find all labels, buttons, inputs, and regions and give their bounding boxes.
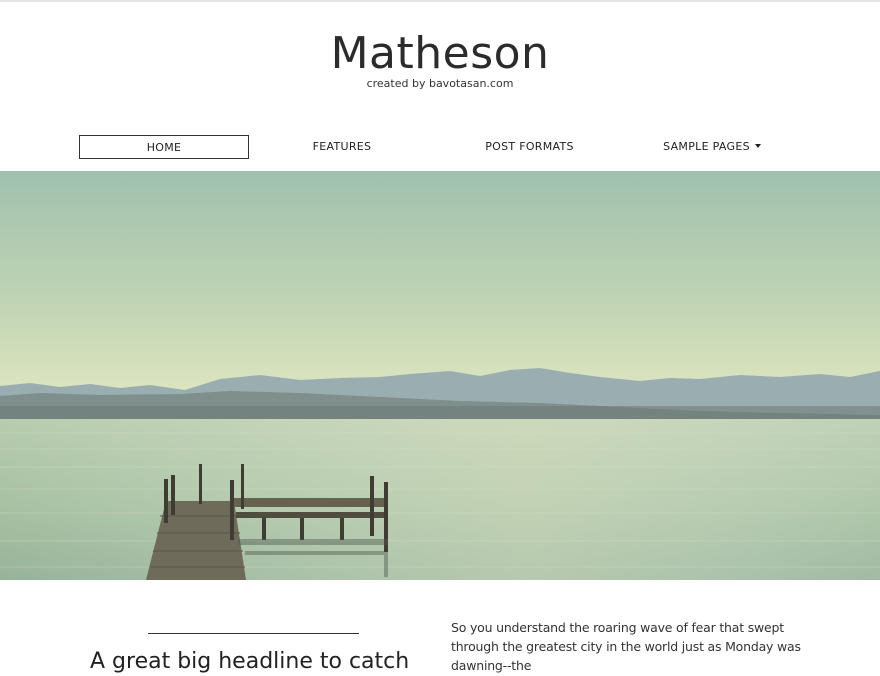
site-title[interactable]: Matheson	[0, 28, 880, 80]
post-headline[interactable]: A great big headline to catch	[90, 648, 430, 676]
nav-item-sample-pages[interactable]: SAMPLE PAGES	[632, 135, 792, 159]
shoreline	[0, 406, 880, 421]
nav-item-home[interactable]: HOME	[79, 135, 249, 159]
nav-item-label: SAMPLE PAGES	[663, 140, 750, 153]
site-tagline: created by bavotasan.com	[366, 77, 514, 90]
nav-item-label: FEATURES	[312, 140, 372, 153]
heading-divider	[148, 633, 359, 634]
nav-item-label: HOME	[146, 141, 182, 154]
light-reflection	[0, 419, 880, 580]
caret-down-icon	[754, 144, 761, 148]
nav-item-post-formats[interactable]: POST FORMATS	[447, 135, 612, 159]
lake-pier-landscape	[0, 171, 880, 580]
top-border	[0, 0, 880, 2]
nav-item-features[interactable]: FEATURES	[262, 135, 422, 159]
nav-item-label: POST FORMATS	[485, 140, 574, 153]
post-content: A great big headline to catch So you und…	[0, 580, 880, 674]
hero-image	[0, 171, 880, 580]
main-navigation: HOME FEATURES POST FORMATS SAMPLE PAGES	[0, 135, 880, 159]
post-excerpt: So you understand the roaring wave of fe…	[451, 620, 801, 673]
